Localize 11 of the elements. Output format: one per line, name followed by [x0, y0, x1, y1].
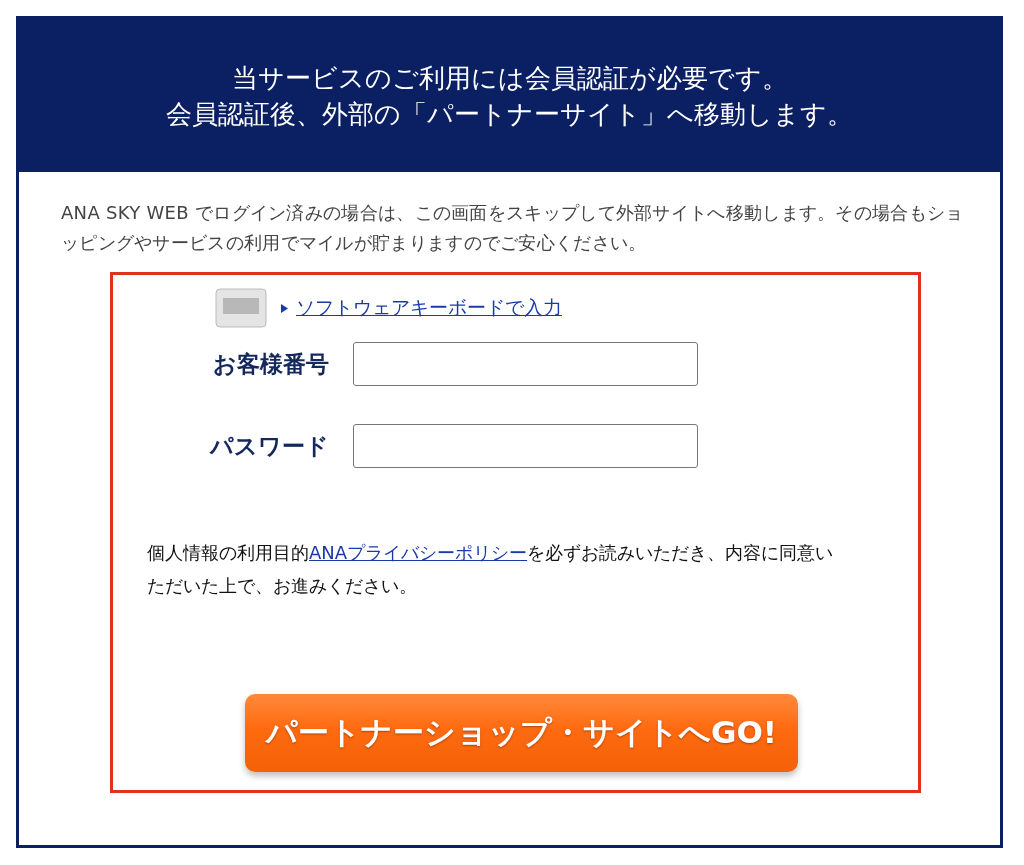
field-label: パスワード	[208, 431, 330, 461]
input-field[interactable]	[353, 342, 698, 386]
header-text: 会員認証後、外部の「パートナーサイト」へ移動します。	[166, 97, 853, 131]
privacy-policy-link[interactable]: ANAプライバシーポリシー	[309, 542, 528, 563]
input-field[interactable]	[353, 424, 698, 468]
header-text: 当サービスのご利用には会員認証が必要です。	[231, 61, 788, 95]
triangle-icon	[281, 303, 288, 313]
software-keyboard-link[interactable]: ソフトウェアキーボードで入力	[281, 295, 562, 321]
consent-text: 個人情報の利用目的ANAプライバシーポリシーを必ずお読みいただき、内容に同意いただいた上で、お進みください。	[147, 541, 835, 598]
field-label: お客様番号	[212, 349, 330, 379]
notice-text: ANA SKY WEB でログイン済みの場合は、この画面をスキップして外部サイトへ移動します。その場合もショッピングやサービスの利用でマイルが貯まりますのでご安心ください。	[61, 201, 965, 255]
